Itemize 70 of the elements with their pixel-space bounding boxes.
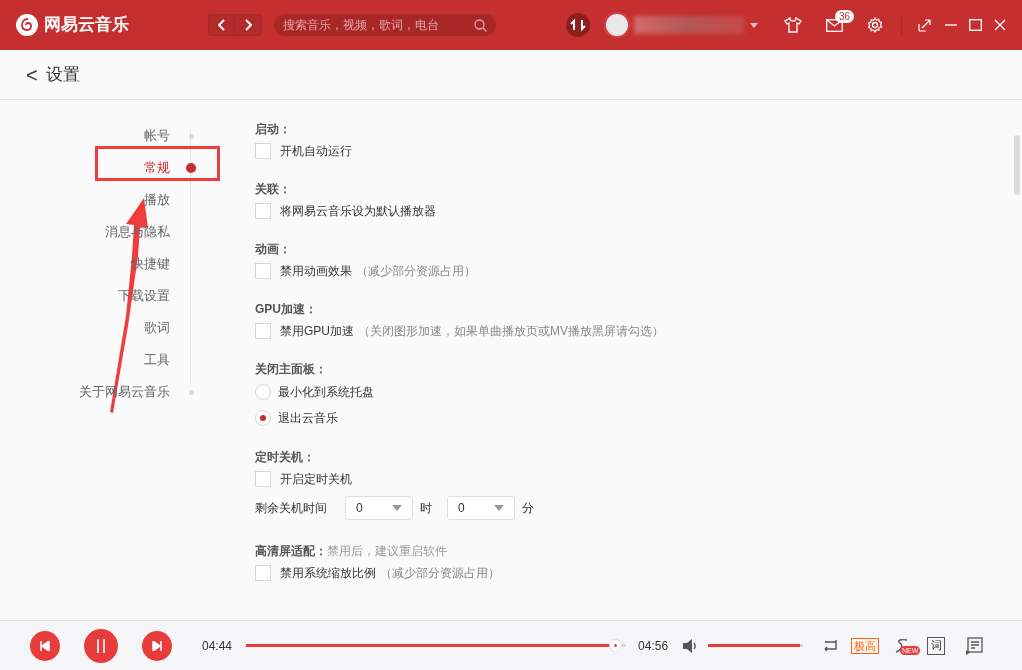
pause-icon	[96, 638, 106, 653]
checkbox[interactable]	[255, 565, 271, 581]
back-button[interactable]: <	[26, 64, 38, 85]
elapsed-time: 04:44	[202, 637, 233, 655]
caret-icon[interactable]	[750, 22, 758, 28]
mini-mode-icon[interactable]	[918, 18, 931, 32]
section-title: 高清屏适配：	[255, 543, 327, 560]
option-label: 剩余关机时间	[255, 500, 328, 517]
radio-button[interactable]	[255, 384, 271, 400]
sync-icon[interactable]	[566, 13, 590, 37]
caret-icon	[494, 505, 504, 511]
page-title: 设置	[45, 63, 80, 86]
close-icon[interactable]	[994, 19, 1006, 31]
mail-icon[interactable]	[826, 18, 843, 32]
volume-icon[interactable]	[682, 638, 699, 653]
pause-button[interactable]	[84, 628, 118, 663]
unit-label: 时	[420, 500, 433, 517]
unit-label: 分	[522, 500, 534, 517]
option-label: 将网易云音乐设为默认播放器	[280, 203, 436, 220]
chevron-right-icon	[244, 19, 252, 31]
chevron-left-icon	[217, 19, 226, 31]
section-title: 定时关机：	[255, 449, 315, 466]
dropdown[interactable]: 0	[345, 496, 413, 520]
option-label: 禁用GPU加速	[280, 323, 354, 340]
sidebar-item[interactable]: 常规	[144, 158, 170, 178]
option-label: 禁用系统缩放比例	[280, 565, 376, 582]
checkbox[interactable]	[255, 143, 271, 159]
previous-button[interactable]	[30, 630, 60, 661]
section-title: 启动：	[255, 121, 291, 138]
option-label: 开机自动运行	[280, 143, 352, 160]
mail-badge: 36	[835, 9, 855, 23]
section-title: GPU加速：	[255, 301, 317, 318]
option-note: （关闭图形加速，如果单曲播放页或MV播放黑屏请勾选）	[358, 323, 664, 340]
scrollbar[interactable]	[1014, 135, 1020, 195]
search-field[interactable]: 搜索音乐，视频，歌词，电台	[274, 14, 496, 36]
option-label: 最小化到系统托盘	[278, 384, 374, 401]
next-icon	[152, 640, 162, 651]
sidebar-item[interactable]: 帐号	[144, 126, 170, 146]
sidebar-item[interactable]: 播放	[144, 190, 170, 210]
sidebar-item[interactable]: 歌词	[144, 318, 170, 338]
maximize-icon[interactable]	[969, 19, 982, 31]
checkbox[interactable]	[255, 323, 271, 339]
search-icon	[474, 18, 487, 32]
checkbox[interactable]	[255, 471, 271, 487]
user-avatar[interactable]	[604, 12, 630, 38]
sidebar-item[interactable]: 工具	[144, 350, 170, 370]
settings-icon[interactable]	[867, 17, 883, 33]
option-label: 禁用动画效果	[280, 263, 352, 280]
option-label: 退出云音乐	[278, 410, 338, 427]
total-time: 04:56	[638, 637, 669, 655]
checkbox[interactable]	[255, 263, 271, 279]
lyrics-button[interactable]: 词	[927, 636, 946, 655]
progress-handle[interactable]	[608, 639, 622, 652]
app-name: 网易云音乐	[44, 14, 129, 37]
checkbox[interactable]	[255, 203, 271, 219]
logo-icon	[16, 14, 38, 36]
option-note: （减少部分资源占用）	[380, 565, 500, 582]
playlist-icon[interactable]	[965, 636, 984, 655]
radio-button[interactable]	[255, 410, 271, 426]
dropdown[interactable]: 0	[447, 496, 515, 520]
previous-icon	[40, 640, 50, 651]
option-note: （减少部分资源占用）	[356, 263, 476, 280]
next-button[interactable]	[142, 630, 172, 661]
section-title: 动画：	[255, 241, 291, 258]
option-label: 开启定时关机	[280, 471, 352, 488]
caret-icon	[392, 505, 402, 511]
section-title: 关闭主面板：	[255, 361, 327, 378]
shirt-icon[interactable]	[784, 17, 802, 33]
section-hint: 禁用后，建议重启软件	[327, 543, 447, 560]
section-title: 关联：	[255, 181, 291, 198]
